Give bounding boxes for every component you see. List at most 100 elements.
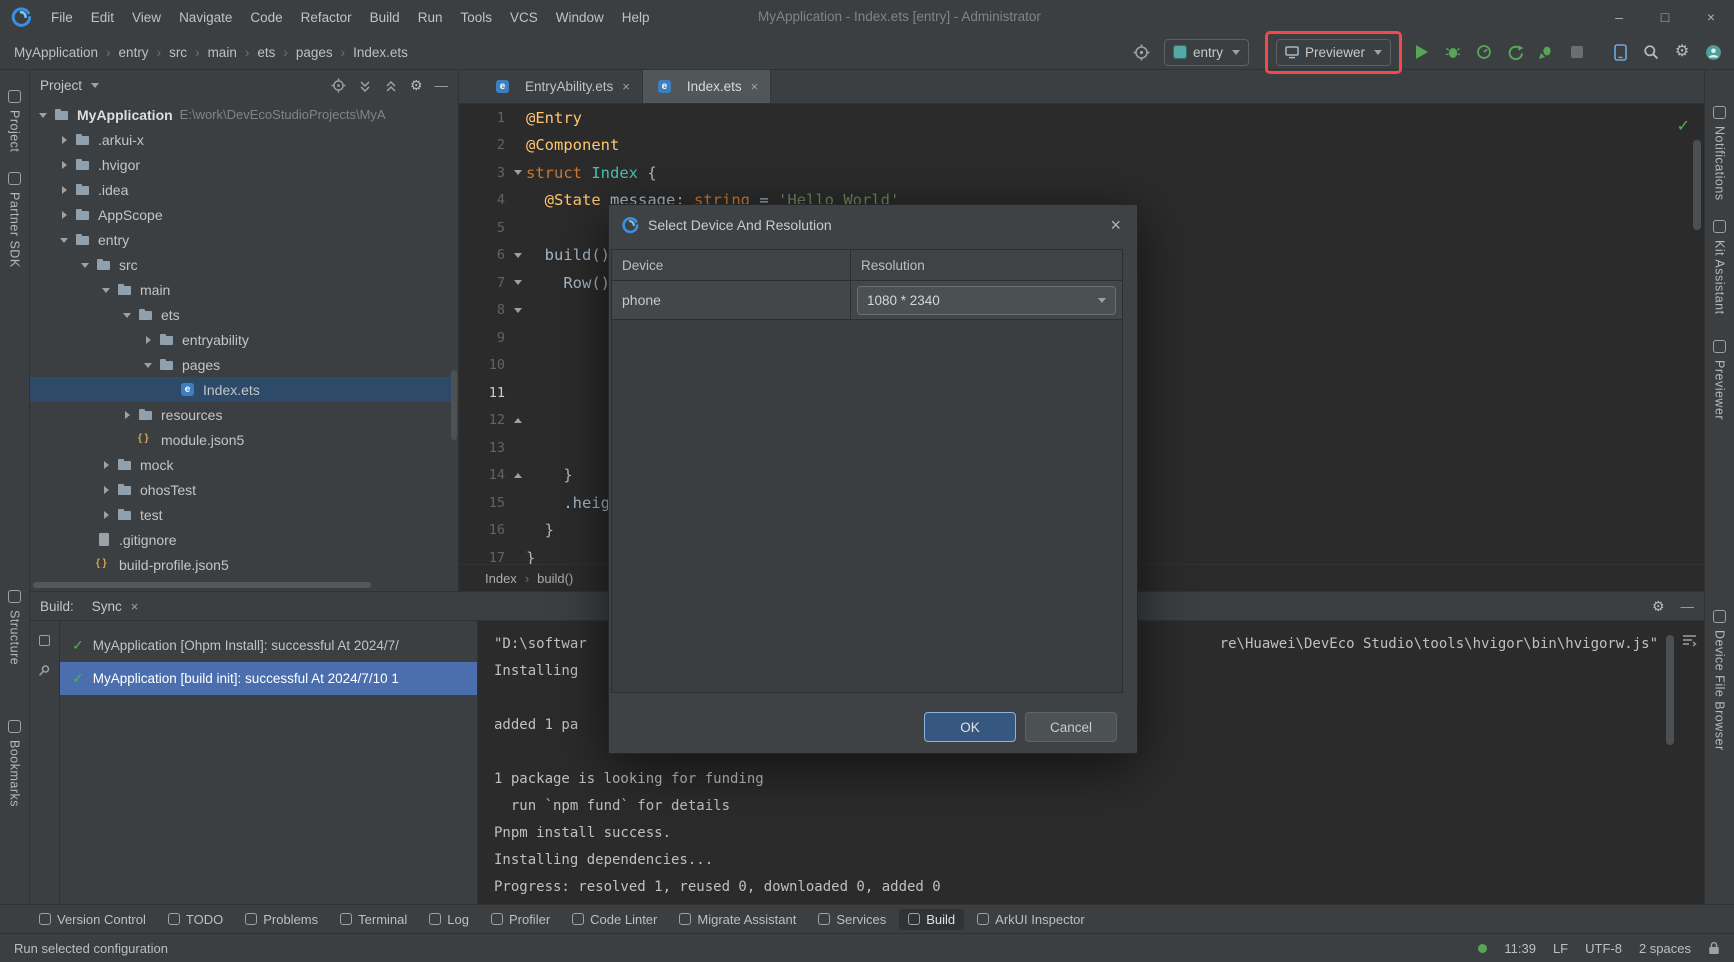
tree-chevron-icon[interactable] [78,532,94,548]
tool-window-button[interactable]: Build [899,908,965,930]
tree-item[interactable]: module.json5 [30,427,458,452]
tree-item[interactable]: .idea [30,177,458,202]
device-manager-icon[interactable] [1607,38,1633,66]
device-cell[interactable]: phone [612,281,850,319]
tool-strip-project[interactable]: Project [0,90,29,152]
tree-chevron-icon[interactable] [141,332,157,348]
fold-marker-icon[interactable] [511,517,526,545]
tree-item[interactable]: pages [30,352,458,377]
fold-marker-icon[interactable] [511,297,526,325]
tree-item[interactable]: main [30,277,458,302]
tree-chevron-icon[interactable] [36,107,52,123]
search-icon[interactable] [1638,38,1664,66]
tree-chevron-icon[interactable] [120,307,136,323]
fold-marker-icon[interactable] [511,159,526,187]
tool-strip-previewer[interactable]: Previewer [1705,340,1734,420]
minimize-panel-icon[interactable]: — [1681,599,1695,614]
fold-marker-icon[interactable] [511,269,526,297]
lock-icon[interactable] [1708,941,1720,955]
soft-wrap-icon[interactable] [1682,633,1697,647]
fold-marker-icon[interactable] [511,489,526,517]
breadcrumb-item[interactable]: ets [237,45,275,60]
rerun-button[interactable] [1502,38,1528,66]
panel-settings-gear-icon[interactable]: ⚙ [410,78,423,92]
tree-chevron-icon[interactable] [99,482,115,498]
indent-indicator[interactable]: 2 spaces [1639,941,1691,956]
fold-marker-icon[interactable] [511,407,526,435]
fold-marker-icon[interactable] [511,324,526,352]
hide-panel-icon[interactable]: — [435,78,449,93]
project-panel-title[interactable]: Project [40,78,82,93]
ok-button[interactable]: OK [924,712,1016,742]
tree-chevron-icon[interactable] [99,282,115,298]
menu-item[interactable]: Build [361,7,409,28]
fold-marker-icon[interactable] [511,379,526,407]
tool-strip-partner-sdk[interactable]: Partner SDK [0,172,29,268]
menu-item[interactable]: VCS [501,7,547,28]
tree-chevron-icon[interactable] [78,257,94,273]
inspections-ok-icon[interactable]: ✓ [1677,116,1690,136]
tree-chevron-icon[interactable] [57,207,73,223]
profiler-button[interactable] [1471,38,1497,66]
close-tab-icon[interactable]: × [622,79,630,94]
tool-strip-device-file-browser[interactable]: Device File Browser [1705,610,1734,751]
tool-window-button[interactable]: ArkUI Inspector [968,909,1094,930]
tree-item[interactable]: AppScope [30,202,458,227]
breadcrumb-item[interactable]: MyApplication [14,45,98,60]
encoding-indicator[interactable]: UTF-8 [1585,941,1622,956]
line-separator-indicator[interactable]: LF [1553,941,1568,956]
fold-marker-icon[interactable] [511,132,526,160]
tool-window-button[interactable]: Terminal [331,909,416,930]
tree-chevron-icon[interactable] [99,457,115,473]
fold-marker-icon[interactable] [511,214,526,242]
build-task-row[interactable]: ✓ MyApplication [build init]: successful… [60,662,477,695]
tree-item[interactable]: Index.ets [30,377,458,402]
tree-chevron-icon[interactable] [99,507,115,523]
locate-file-icon[interactable] [331,78,346,93]
close-tab-icon[interactable]: × [751,79,759,94]
editor-tab[interactable]: EntryAbility.ets × [481,70,643,103]
editor-tab[interactable]: Index.ets × [642,70,772,103]
tool-strip-kit-assistant[interactable]: Kit Assistant [1705,220,1734,315]
pin-icon[interactable] [38,664,51,677]
close-tab-icon[interactable]: × [131,599,139,614]
tree-item[interactable]: entryability [30,327,458,352]
menu-item[interactable]: Navigate [170,7,241,28]
build-task-row[interactable]: ✓ MyApplication [Ohpm Install]: successf… [60,629,477,662]
debug-button[interactable] [1440,38,1466,66]
close-button[interactable]: × [1688,0,1734,34]
previewer-selector[interactable]: Previewer [1275,38,1391,66]
menu-item[interactable]: Window [547,7,613,28]
editor-breadcrumb-item[interactable]: Index [485,571,517,586]
tool-window-button[interactable]: TODO [159,909,232,930]
tree-item[interactable]: .arkui-x [30,127,458,152]
device-table-row[interactable]: phone 1080 * 2340 [612,281,1122,320]
tree-chevron-icon[interactable] [57,132,73,148]
tree-item[interactable]: .gitignore [30,527,458,552]
tool-window-button[interactable]: Code Linter [563,909,666,930]
breadcrumb-item[interactable]: entry [98,45,149,60]
tool-window-button[interactable]: Services [809,909,895,930]
tree-item[interactable]: resources [30,402,458,427]
fold-marker-icon[interactable] [511,352,526,380]
tree-chevron-icon[interactable] [57,232,73,248]
vertical-scrollbar[interactable] [451,370,457,440]
tree-item[interactable]: MyApplication E:\work\DevEcoStudioProjec… [30,102,458,127]
stop-button[interactable] [1564,38,1590,66]
tree-chevron-icon[interactable] [162,382,178,398]
editor-breadcrumb-item[interactable]: build() [517,571,573,586]
horizontal-scrollbar[interactable] [33,582,371,588]
tree-chevron-icon[interactable] [57,157,73,173]
menu-item[interactable]: Refactor [292,7,361,28]
menu-item[interactable]: File [42,7,82,28]
tool-strip-bookmarks[interactable]: Bookmarks [0,720,29,807]
breadcrumb-item[interactable]: src [149,45,187,60]
breadcrumb-item[interactable]: Index.ets [333,45,408,60]
run-button[interactable] [1409,38,1435,66]
cancel-button[interactable]: Cancel [1025,712,1117,742]
tree-chevron-icon[interactable] [120,432,136,448]
tool-window-button[interactable]: Log [420,909,478,930]
tree-item[interactable]: ets [30,302,458,327]
tree-item[interactable]: test [30,502,458,527]
menu-item[interactable]: Tools [451,7,501,28]
